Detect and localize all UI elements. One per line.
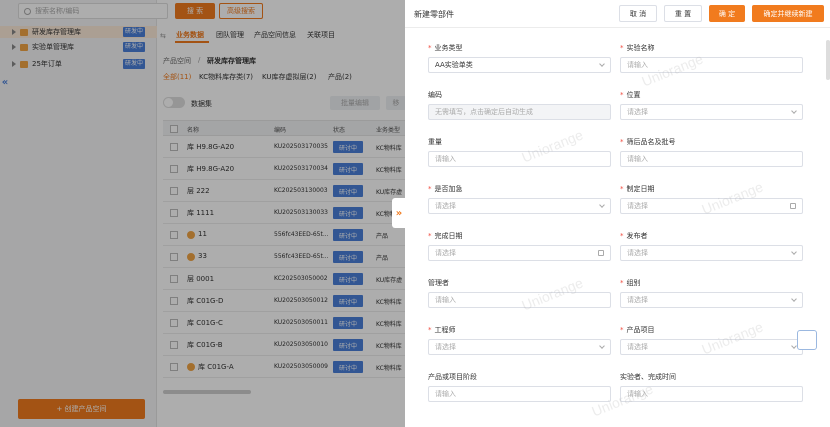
field-value: 请输入 [435,155,456,163]
chevron-down-icon [599,343,605,349]
required-marker: * [620,185,624,193]
field-label: * 完成日期 [428,231,463,241]
field-label: * 实验名称 [620,43,655,53]
field-label: * 产品项目 [620,325,655,335]
field-value: 请输入 [435,390,456,398]
field-input: 无需填写，点击确定后自动生成 [428,104,611,120]
field-input[interactable]: 请选择 [428,245,611,261]
cancel-button[interactable]: 取 消 [619,5,657,22]
field-label-text: 产品或项目阶段 [428,373,477,381]
chevron-down-icon [599,61,605,67]
field-value: 请选择 [435,202,456,210]
field-label-text: 制定日期 [626,185,655,193]
reset-button[interactable]: 重 置 [664,5,702,22]
field-label-text: 实验名称 [626,44,655,52]
field-value: 请输入 [627,155,648,163]
chevron-down-icon [599,202,605,208]
field-label: * 制定日期 [620,184,655,194]
required-marker: * [620,279,624,287]
field-label-text: 筛后品名及批号 [626,138,676,146]
field-value: 请选择 [627,296,648,304]
required-marker: * [428,44,432,52]
field-label-text: 产品项目 [626,326,655,334]
field-label: * 筛后品名及批号 [620,137,676,147]
field-label-text: 编码 [428,91,442,99]
field-label: * 发布者 [620,231,648,241]
chevron-down-icon [791,108,797,114]
field-label: 重量 [428,137,442,147]
field-label-text: 重量 [428,138,442,146]
field-value: AA实验单类 [435,61,473,69]
required-marker: * [428,326,432,334]
field-input[interactable]: 请选择 [428,339,611,355]
float-tool-icon[interactable] [797,330,817,350]
field-value: 请选择 [627,343,648,351]
field-input[interactable]: 请选择 [620,245,803,261]
field-input[interactable]: 请输入 [428,386,611,402]
field-value: 请输入 [627,61,648,69]
field-value: 请输入 [435,296,456,304]
field-label-text: 是否加急 [434,185,463,193]
required-marker: * [620,326,624,334]
field-value: 请选择 [435,343,456,351]
field-label: * 业务类型 [428,43,463,53]
drawer-divider [405,27,830,28]
field-label: * 位置 [620,90,641,100]
field-label-text: 管理者 [428,279,449,287]
required-marker: * [620,91,624,99]
field-input[interactable]: 请选择 [620,292,803,308]
calendar-icon [598,250,604,256]
modal-overlay-left [0,0,157,427]
field-label: * 工程师 [428,325,456,335]
confirm-button[interactable]: 确 定 [709,5,745,22]
field-value: 请选择 [627,108,648,116]
field-label: 产品或项目阶段 [428,372,477,382]
field-label-text: 发布者 [626,232,648,240]
required-marker: * [620,232,624,240]
field-label-text: 完成日期 [434,232,463,240]
field-value: 请选择 [627,249,648,257]
chevron-down-icon [791,249,797,255]
field-input[interactable]: 请选择 [620,104,803,120]
chevron-down-icon [791,343,797,349]
required-marker: * [428,232,432,240]
field-label: * 是否加急 [428,184,463,194]
required-marker: * [620,44,624,52]
modal-overlay[interactable] [157,0,405,427]
field-input[interactable]: 请输入 [620,151,803,167]
field-label: 编码 [428,90,442,100]
calendar-icon [790,203,796,209]
field-value: 请选择 [627,202,648,210]
field-label-text: 工程师 [434,326,456,334]
required-marker: * [620,138,624,146]
field-value: 无需填写，点击确定后自动生成 [435,108,533,116]
field-label-text: 业务类型 [434,44,463,52]
field-label-text: 位置 [626,91,641,99]
field-value: 请选择 [435,249,456,257]
drawer-collapse-icon[interactable]: » [392,198,406,228]
chevron-down-icon [791,296,797,302]
field-label: 管理者 [428,278,449,288]
confirm-continue-button[interactable]: 确定并继续新建 [752,5,824,22]
field-label: * 组别 [620,278,641,288]
drawer-title: 新建零部件 [414,10,454,19]
drawer-scrollbar[interactable] [826,40,830,80]
field-input[interactable]: 请选择 [428,198,611,214]
field-input[interactable]: AA实验单类 [428,57,611,73]
field-label-text: 组别 [626,279,641,287]
required-marker: * [428,185,432,193]
